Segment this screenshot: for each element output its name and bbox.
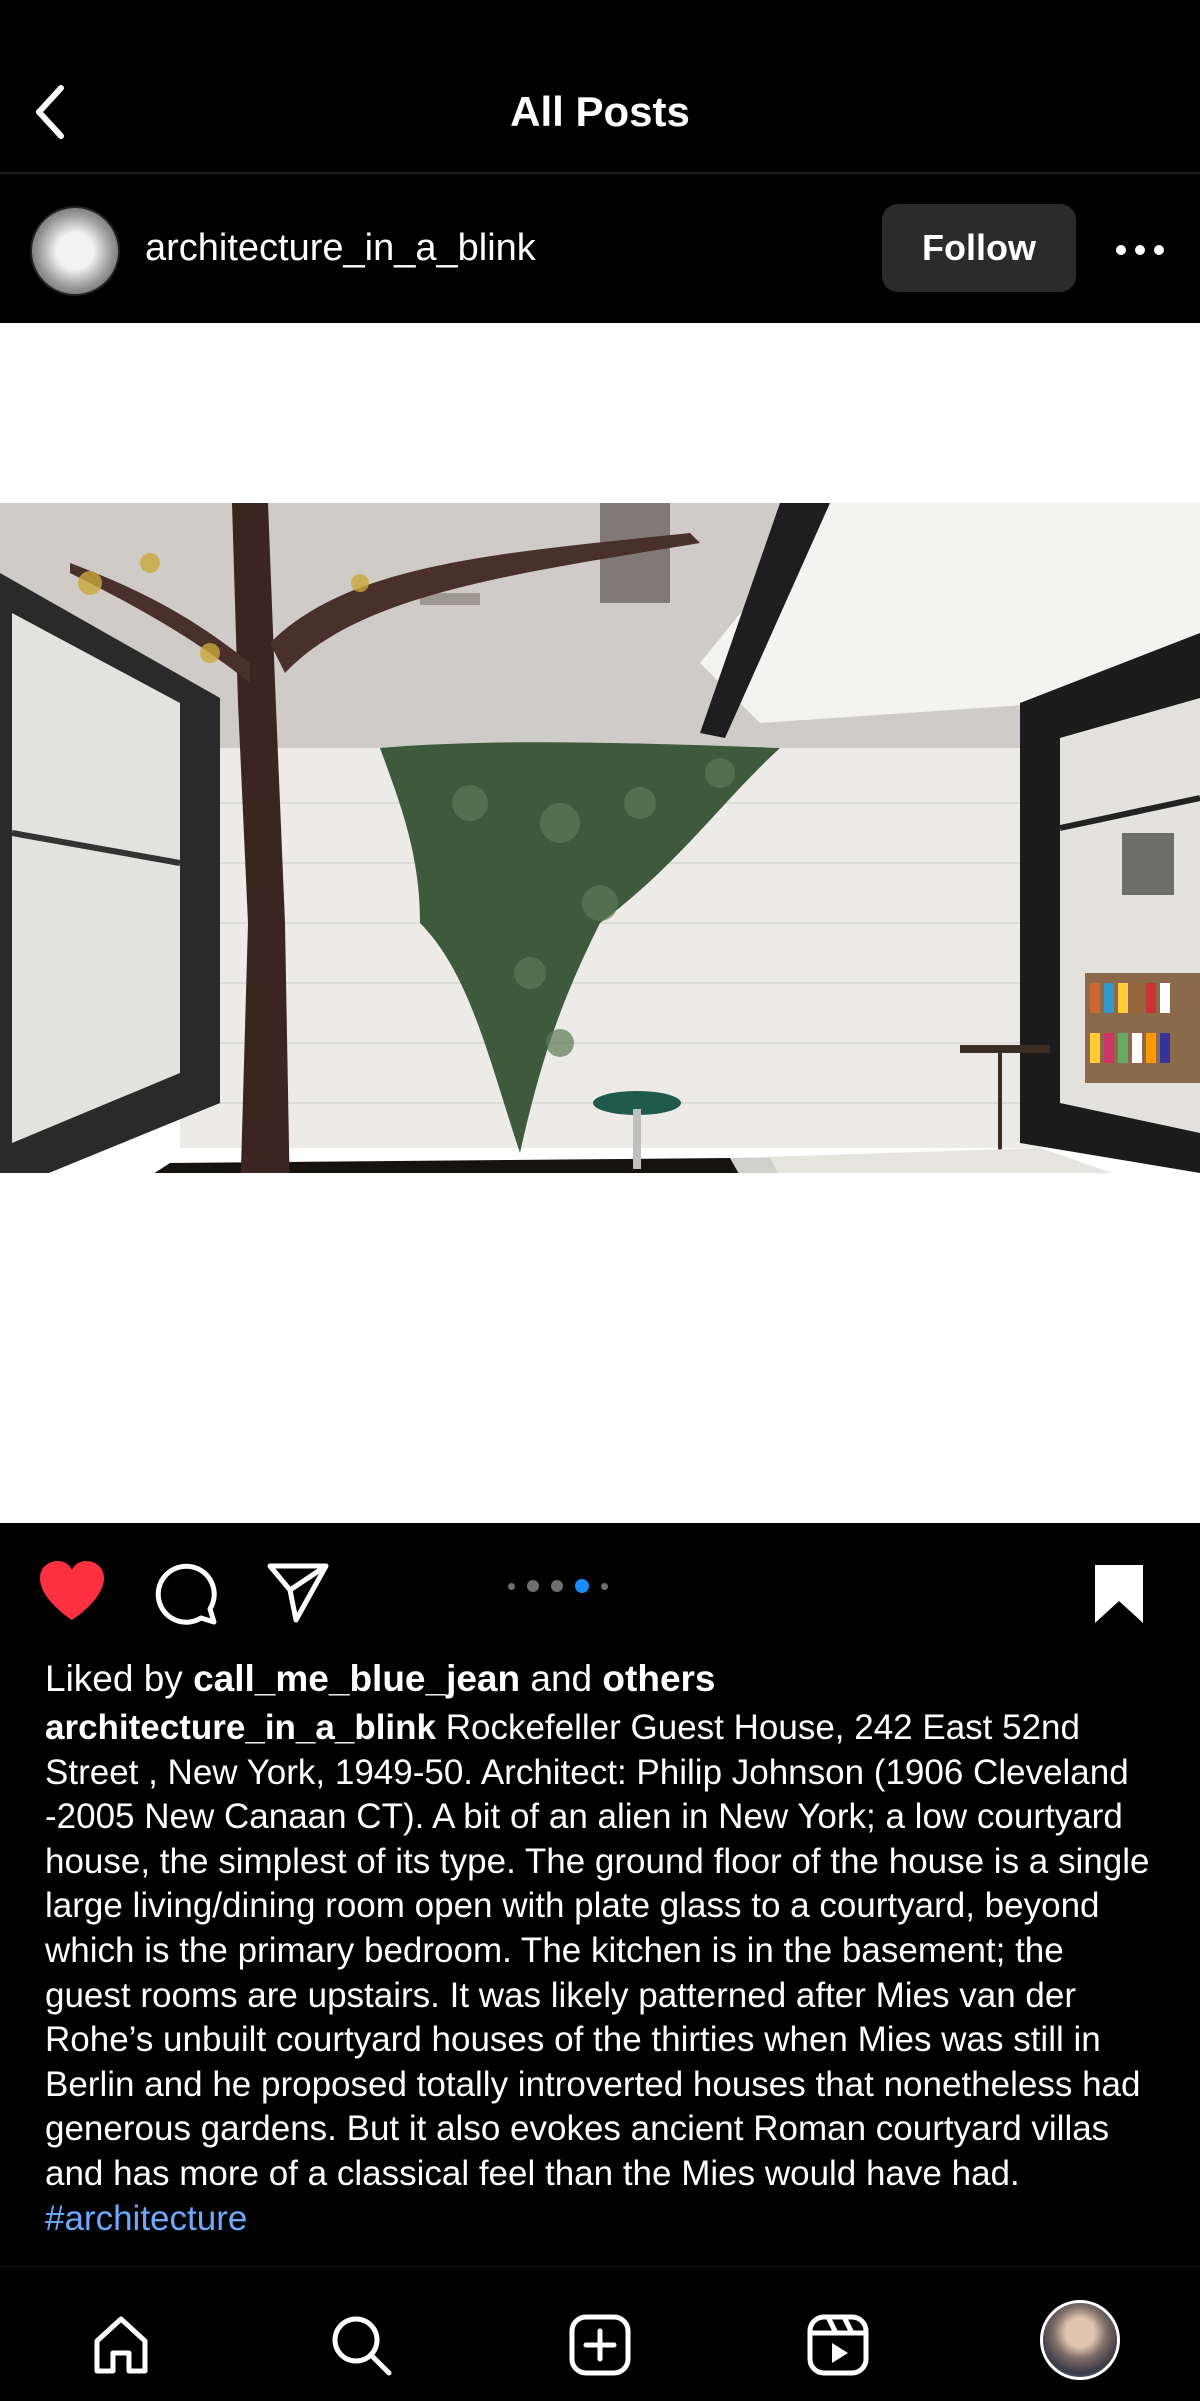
post-caption: architecture_in_a_blink Rockefeller Gues… — [45, 1706, 1155, 2266]
send-icon — [267, 1563, 329, 1623]
post-media[interactable] — [0, 323, 1200, 1523]
liked-by-prefix: Liked by — [45, 1658, 194, 1699]
carousel-indicator — [508, 1578, 668, 1594]
carousel-dot — [527, 1580, 539, 1592]
carousel-dot — [508, 1582, 515, 1590]
nav-search[interactable] — [326, 2310, 396, 2380]
author-avatar[interactable] — [30, 206, 120, 296]
caption-text: Rockefeller Guest House, 242 East 52nd S… — [45, 1708, 1150, 2193]
comment-icon — [155, 1563, 217, 1625]
liked-by-user[interactable]: call_me_blue_jean — [193, 1658, 520, 1699]
share-button[interactable] — [262, 1556, 334, 1628]
page-title: All Posts — [510, 88, 690, 135]
divider — [0, 172, 1200, 174]
more-options-button[interactable] — [1110, 230, 1170, 270]
caption-hashtag[interactable]: #architecture — [45, 2199, 247, 2238]
likes-summary[interactable]: Liked by call_me_blue_jean and others — [45, 1652, 716, 1706]
like-button[interactable] — [36, 1558, 108, 1624]
bookmark-icon — [1095, 1565, 1143, 1623]
nav-reels[interactable] — [803, 2310, 873, 2380]
create-icon — [569, 2314, 631, 2376]
heart-icon — [40, 1561, 104, 1620]
caption-author[interactable]: architecture_in_a_blink — [45, 1708, 436, 1747]
carousel-dot — [551, 1580, 563, 1592]
ellipsis-icon — [1116, 245, 1164, 255]
home-icon — [94, 2316, 148, 2374]
carousel-dot — [601, 1582, 608, 1590]
nav-home[interactable] — [86, 2310, 156, 2380]
follow-button[interactable]: Follow — [882, 204, 1076, 292]
reels-icon — [807, 2314, 869, 2376]
nav-profile-avatar[interactable] — [1040, 2300, 1120, 2380]
carousel-dot — [575, 1579, 589, 1593]
search-icon — [332, 2316, 392, 2376]
post-photo — [0, 503, 1200, 1173]
liked-by-middle: and — [520, 1658, 603, 1699]
nav-create[interactable] — [565, 2310, 635, 2380]
liked-by-others[interactable]: others — [602, 1658, 715, 1699]
author-username[interactable]: architecture_in_a_blink — [145, 224, 536, 272]
save-button[interactable] — [1086, 1556, 1152, 1632]
comment-button[interactable] — [150, 1558, 222, 1630]
